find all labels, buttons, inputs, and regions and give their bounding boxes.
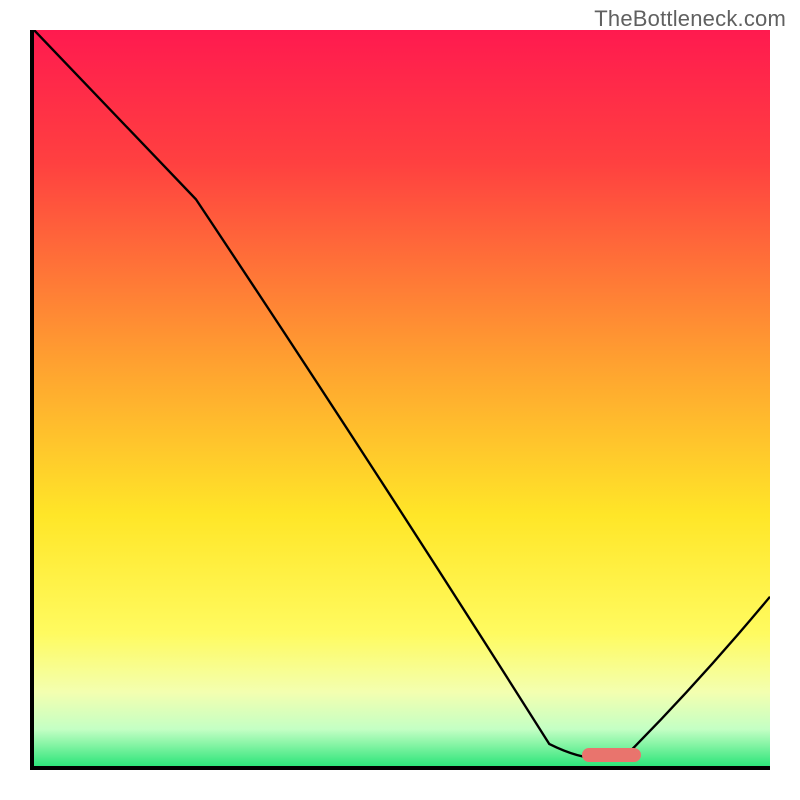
watermark-text: TheBottleneck.com [594,6,786,32]
curve-layer [34,30,770,766]
plot-area [30,30,770,770]
optimal-marker [582,748,641,762]
bottleneck-curve [34,30,770,759]
